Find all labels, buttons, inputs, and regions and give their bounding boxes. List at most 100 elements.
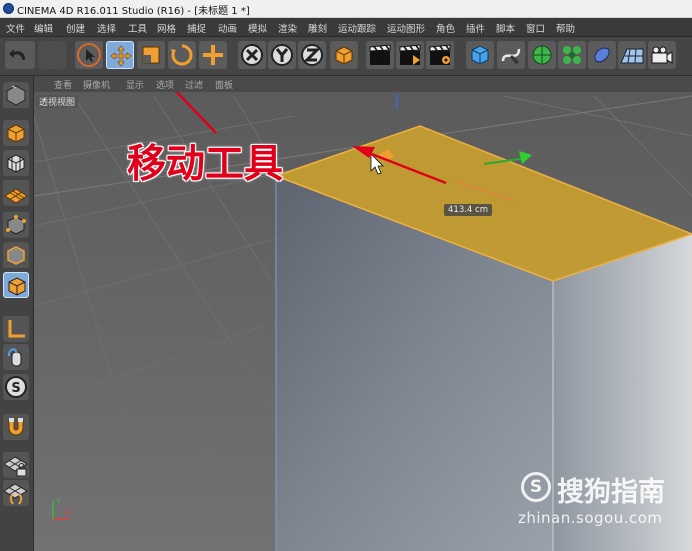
quantize-icon [3,483,28,505]
menu-animate[interactable]: 动画 [218,21,237,35]
mode-sidebar: S [0,76,34,551]
menu-snap[interactable]: 捕捉 [187,21,206,35]
subdivision-surface-icon [532,45,552,65]
texture-mode-icon [7,124,25,143]
menu-character[interactable]: 角色 [436,21,455,35]
world-coordinates-icon [335,46,353,65]
viewport-menu-options[interactable]: 选项 [156,78,174,91]
menu-render[interactable]: 渲染 [278,21,297,35]
spline-pen-icon [501,48,521,64]
menu-simulate[interactable]: 模拟 [248,21,267,35]
z-axis-lock-button[interactable] [298,41,326,69]
redo-button[interactable] [38,41,66,69]
render-settings-icon [429,44,451,65]
menu-window[interactable]: 窗口 [526,21,545,35]
add-spline-button[interactable] [497,41,525,69]
checker-texture-button[interactable] [3,150,29,176]
viewport-menu-camera[interactable]: 摄像机 [83,78,110,91]
scale-tool-button[interactable] [137,41,165,69]
sogou-logo-letter: S [529,477,543,497]
main-toolbar [0,37,692,76]
lock-workplane-button[interactable] [3,452,29,478]
cinema4d-logo-icon [3,3,14,14]
points-mode-icon [6,215,26,235]
menu-sculpt[interactable]: 雕刻 [308,21,327,35]
viewport-menu-filter[interactable]: 过滤 [185,78,203,91]
edges-mode-button[interactable] [3,242,29,268]
axis-y-label: Y [55,497,61,506]
length-measurement-label: 413.4 cm [444,204,492,216]
polygons-mode-button[interactable] [3,272,29,298]
points-mode-button[interactable] [3,212,29,238]
watermark-url: zhinan.sogou.com [518,509,663,527]
x-axis-lock-button[interactable] [238,41,266,69]
z-axis-lock-icon [301,44,323,66]
soft-selection-button[interactable]: S [3,374,29,400]
lock-workplane-icon [3,456,28,477]
render-settings-button[interactable] [426,41,454,69]
move-icon [110,45,132,67]
rotate-icon [171,44,193,66]
floor-icon [620,48,644,64]
menu-create[interactable]: 创建 [66,21,85,35]
snapping-button[interactable] [3,414,29,440]
scale-icon [142,46,160,64]
subdivision-surface-button[interactable] [528,41,556,69]
menu-help[interactable]: 帮助 [556,21,575,35]
menu-plugins[interactable]: 插件 [466,21,485,35]
rotate-tool-button[interactable] [168,41,196,69]
move-tool-button[interactable] [106,41,134,69]
menu-select[interactable]: 选择 [97,21,116,35]
workplane-mode-button[interactable] [3,180,29,206]
tweak-mode-button[interactable] [3,344,29,370]
viewport-menu-bar: 查看 摄像机 显示 选项 过滤 面板 [34,76,692,92]
menu-tools[interactable]: 工具 [128,21,147,35]
floor-button[interactable] [618,41,646,69]
camera-button[interactable] [648,41,676,69]
transform-tool-button[interactable] [199,41,227,69]
transform-icon [203,45,223,65]
sogou-logo-icon: S [521,472,551,502]
render-picture-viewer-button[interactable] [396,41,424,69]
menu-mesh[interactable]: 网格 [157,21,176,35]
quantize-button[interactable] [3,480,29,506]
viewport-menu-panel[interactable]: 面板 [215,78,233,91]
render-view-button[interactable] [366,41,394,69]
model-mode-icon [6,85,26,106]
deformer-button[interactable] [588,41,616,69]
viewport-title-label: 透视视图 [36,95,79,108]
cube-icon [471,45,489,65]
add-cube-button[interactable] [466,41,494,69]
y-axis-lock-icon [271,44,293,66]
live-selection-button[interactable] [75,41,103,69]
undo-button[interactable] [5,41,35,69]
snapping-icon [8,418,24,436]
soft-selection-icon: S [5,376,27,398]
axis-mode-icon [8,320,25,338]
svg-text:S: S [11,381,20,396]
y-axis-lock-button[interactable] [268,41,296,69]
x-axis-lock-icon [241,44,263,66]
menu-mograph[interactable]: 运动图形 [387,21,425,35]
menu-edit[interactable]: 编辑 [34,21,53,35]
texture-mode-button[interactable] [3,120,29,146]
viewport-menu-display[interactable]: 显示 [126,78,144,91]
workplane-mode-icon [4,188,28,204]
world-coordinates-button[interactable] [330,41,358,69]
menu-bar: 文件 编辑 创建 选择 工具 网格 捕捉 动画 模拟 渲染 雕刻 运动跟踪 运动… [0,18,692,37]
model-mode-button[interactable] [3,82,29,108]
menu-file[interactable]: 文件 [6,21,25,35]
render-view-icon [369,44,391,65]
tweak-mode-icon [7,348,22,367]
texture-mode-icon [7,154,25,173]
viewport-menu-view[interactable]: 查看 [54,78,72,91]
cloner-button[interactable] [558,41,586,69]
menu-motion-tracker[interactable]: 运动跟踪 [338,21,376,35]
select-arrow-icon [77,43,101,67]
move-tool-annotation: 移动工具 [127,142,284,187]
watermark-text: 搜狗指南 [557,477,665,508]
axis-mode-button[interactable] [3,316,29,342]
axis-x-label: X [65,508,71,517]
cloner-icon [563,46,581,64]
menu-script[interactable]: 脚本 [496,21,515,35]
